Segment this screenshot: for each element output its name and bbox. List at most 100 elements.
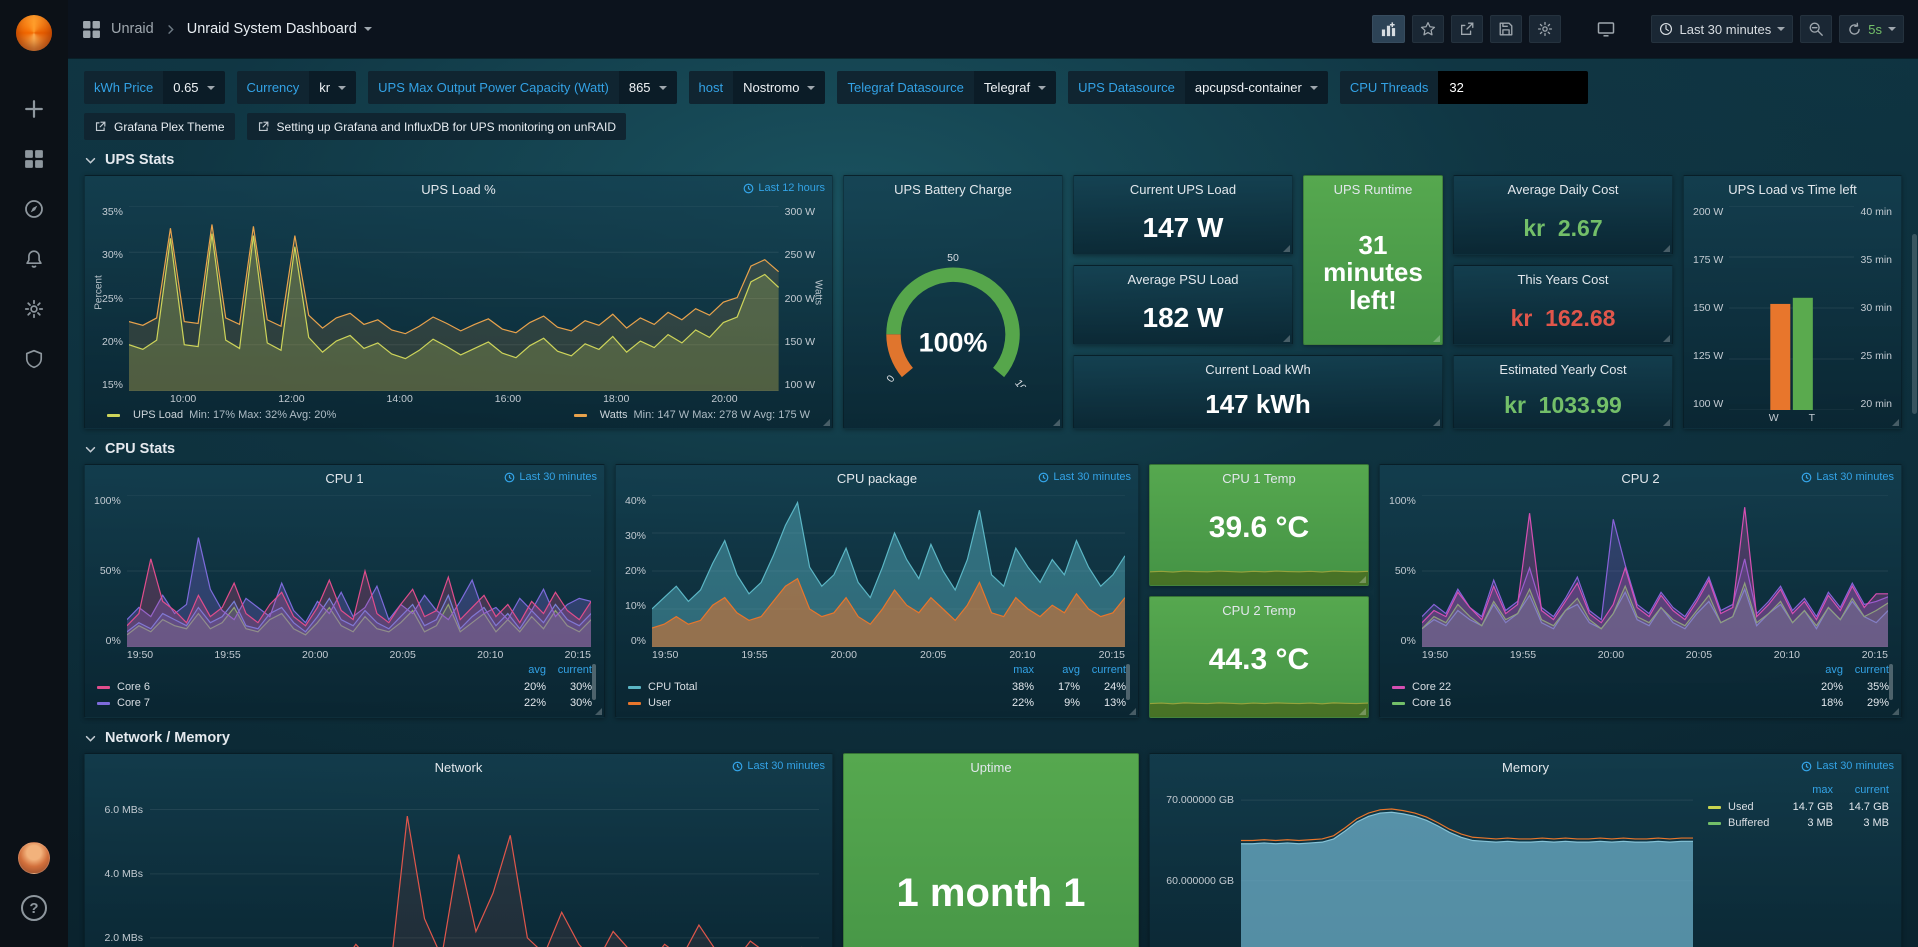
grafana-logo-icon[interactable] <box>11 10 57 56</box>
dashboard-title[interactable]: Unraid System Dashboard <box>187 21 372 37</box>
legend-item-core6[interactable]: Core 620%30% <box>97 679 592 695</box>
panel-time-badge[interactable]: Last 12 hours <box>743 182 825 194</box>
panel-title[interactable]: CPU 2 Temp <box>1150 597 1368 623</box>
panel-title[interactable]: UPS Battery Charge <box>844 176 1062 202</box>
configuration-gear-icon[interactable] <box>11 286 57 332</box>
variable-value-dropdown[interactable]: 865 <box>619 71 677 104</box>
legend-item-ups-load[interactable]: UPS LoadMin: 17% Max: 32% Avg: 20% <box>107 409 336 421</box>
zoom-out-button[interactable] <box>1800 15 1832 43</box>
panel-title[interactable]: CPU 1 Temp <box>1150 465 1368 491</box>
panel-title[interactable]: This Years Cost <box>1454 266 1672 292</box>
panel-resize-handle[interactable] <box>1283 245 1290 252</box>
refresh-button[interactable]: 5s <box>1839 15 1904 43</box>
panel-title[interactable]: Memory Last 30 minutes <box>1150 754 1901 780</box>
page-scrollbar[interactable] <box>1912 234 1917 414</box>
dashboards-icon[interactable] <box>11 136 57 182</box>
variable-value-dropdown[interactable]: apcupsd-container <box>1185 71 1328 104</box>
create-plus-icon[interactable] <box>11 86 57 132</box>
variable-value-dropdown[interactable]: Nostromo <box>733 71 825 104</box>
panel-title[interactable]: Average Daily Cost <box>1454 176 1672 202</box>
panel-time-badge[interactable]: Last 30 minutes <box>1801 471 1894 483</box>
save-button[interactable] <box>1490 15 1522 43</box>
cpu-package-chart-plot[interactable] <box>652 495 1125 647</box>
panel-time-badge[interactable]: Last 30 minutes <box>1038 471 1131 483</box>
variable-value-dropdown[interactable]: kr <box>309 71 356 104</box>
cycle-view-monitor-button[interactable] <box>1589 15 1623 43</box>
legend-item-core16[interactable]: Core 1618%29% <box>1392 695 1889 711</box>
panel-title[interactable]: Average PSU Load <box>1074 266 1292 292</box>
panel-resize-handle[interactable] <box>1433 335 1440 342</box>
cpu2-temp-sparkline <box>1150 693 1368 717</box>
panel-title[interactable]: UPS Load % Last 12 hours <box>85 176 832 202</box>
y-axis-title-left: Percent <box>94 262 105 322</box>
panel-resize-handle[interactable] <box>1433 419 1440 426</box>
panel-title[interactable]: UPS Load vs Time left <box>1684 176 1901 202</box>
settings-gear-button[interactable] <box>1529 15 1561 43</box>
server-admin-shield-icon[interactable] <box>11 336 57 382</box>
breadcrumb-app[interactable]: Unraid <box>111 21 154 37</box>
alerting-bell-icon[interactable] <box>11 236 57 282</box>
link-ups-monitoring-guide[interactable]: Setting up Grafana and InfluxDB for UPS … <box>247 113 627 140</box>
legend-item-core22[interactable]: Core 2220%35% <box>1392 679 1889 695</box>
legend-item-used[interactable]: Used14.7 GB14.7 GB <box>1708 799 1889 815</box>
panel-title[interactable]: Estimated Yearly Cost <box>1454 356 1672 382</box>
panel-resize-handle[interactable] <box>595 708 602 715</box>
panel-title[interactable]: CPU 1 Last 30 minutes <box>85 465 604 491</box>
panel-resize-handle[interactable] <box>1129 708 1136 715</box>
legend-scrollbar[interactable] <box>1126 664 1130 700</box>
legend-item-user[interactable]: User22%9%13% <box>628 695 1126 711</box>
panel-title[interactable]: CPU 2 Last 30 minutes <box>1380 465 1901 491</box>
panel-resize-handle[interactable] <box>1053 419 1060 426</box>
panel-resize-handle[interactable] <box>1892 708 1899 715</box>
legend-scrollbar[interactable] <box>592 664 596 700</box>
ups-load-chart-plot[interactable] <box>129 206 779 391</box>
cpu-threads-input[interactable] <box>1438 71 1588 104</box>
row-header-network-memory[interactable]: Network / Memory <box>84 730 1902 746</box>
variable-value-dropdown[interactable]: Telegraf <box>974 71 1056 104</box>
share-button[interactable] <box>1451 15 1483 43</box>
panel-resize-handle[interactable] <box>1283 335 1290 342</box>
panel-resize-handle[interactable] <box>1663 245 1670 252</box>
panel-resize-handle[interactable] <box>1663 419 1670 426</box>
cpu1-chart-plot[interactable] <box>127 495 591 647</box>
add-panel-button[interactable] <box>1372 15 1405 43</box>
panel-time-badge[interactable]: Last 30 minutes <box>1801 760 1894 772</box>
stat-value: 182 W <box>1074 292 1292 344</box>
legend-item-cpu-total[interactable]: CPU Total38%17%24% <box>628 679 1126 695</box>
star-button[interactable] <box>1412 15 1444 43</box>
top-nav: Unraid Unraid System Dashboard <box>68 0 1918 58</box>
panel-resize-handle[interactable] <box>1359 576 1366 583</box>
user-avatar[interactable] <box>11 835 57 881</box>
variable-value-dropdown[interactable]: 0.65 <box>163 71 224 104</box>
legend-item-buffered[interactable]: Buffered3 MB3 MB <box>1708 815 1889 831</box>
ups-bars-plot[interactable] <box>1729 206 1854 410</box>
panel-resize-handle[interactable] <box>1892 419 1899 426</box>
network-chart-plot[interactable] <box>150 784 819 947</box>
time-range-picker[interactable]: Last 30 minutes <box>1651 15 1793 43</box>
explore-compass-icon[interactable] <box>11 186 57 232</box>
battery-gauge-area[interactable]: 0 50 100 100% <box>844 202 1062 428</box>
legend-scrollbar[interactable] <box>1889 664 1893 700</box>
panel-time-badge[interactable]: Last 30 minutes <box>504 471 597 483</box>
row-header-cpu-stats[interactable]: CPU Stats <box>84 441 1902 457</box>
panel-resize-handle[interactable] <box>1359 708 1366 715</box>
apps-grid-icon[interactable] <box>82 20 101 39</box>
row-header-ups-stats[interactable]: UPS Stats <box>84 152 1902 168</box>
variable-label: UPS Max Output Power Capacity (Watt) <box>368 71 619 104</box>
help-icon[interactable]: ? <box>11 885 57 931</box>
refresh-icon <box>1847 22 1862 37</box>
panel-title[interactable]: Uptime <box>844 754 1138 780</box>
panel-title[interactable]: Current Load kWh <box>1074 356 1442 382</box>
panel-resize-handle[interactable] <box>1663 335 1670 342</box>
panel-title[interactable]: Current UPS Load <box>1074 176 1292 202</box>
panel-title[interactable]: CPU package Last 30 minutes <box>616 465 1138 491</box>
legend-item-watts[interactable]: WattsMin: 147 W Max: 278 W Avg: 175 W <box>574 409 810 421</box>
panel-title[interactable]: Network Last 30 minutes <box>85 754 832 780</box>
legend-item-core7[interactable]: Core 722%30% <box>97 695 592 711</box>
memory-chart-plot[interactable] <box>1241 784 1693 947</box>
cpu2-chart-plot[interactable] <box>1422 495 1888 647</box>
panel-title[interactable]: UPS Runtime <box>1304 176 1442 202</box>
link-grafana-plex-theme[interactable]: Grafana Plex Theme <box>84 113 235 140</box>
panel-resize-handle[interactable] <box>823 419 830 426</box>
panel-time-badge[interactable]: Last 30 minutes <box>732 760 825 772</box>
